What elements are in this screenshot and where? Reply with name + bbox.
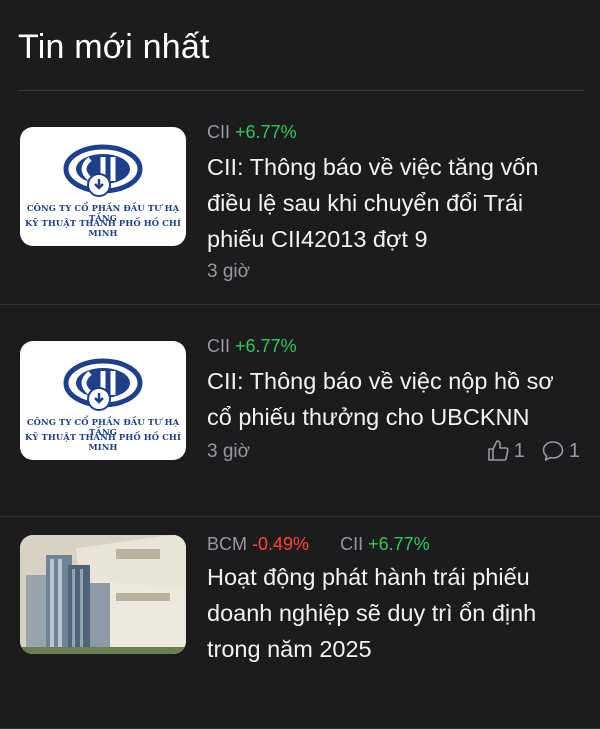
price-change: +6.77% [235, 122, 297, 142]
news-item[interactable]: CÔNG TY CỔ PHẦN ĐẦU TƯ HẠ TẦNG KỸ THUẬT … [0, 91, 600, 305]
price-change: -0.49% [252, 534, 310, 554]
price-change: +6.77% [235, 336, 297, 356]
news-item[interactable]: BCM -0.49% CII +6.77% Hoạt động phát hàn… [0, 517, 600, 729]
news-meta: CII +6.77% [207, 122, 323, 143]
news-headline[interactable]: CII: Thông báo về việc nộp hồ sơ cổ phiế… [207, 363, 577, 435]
logo-text-line2: KỸ THUẬT THÀNH PHỐ HỒ CHÍ MINH [25, 432, 181, 452]
news-item[interactable]: CÔNG TY CỔ PHẦN ĐẦU TƯ HẠ TẦNG KỸ THUẬT … [0, 305, 600, 517]
news-thumbnail-photo [20, 535, 186, 654]
news-thumbnail-cii-logo: CÔNG TY CỔ PHẦN ĐẦU TƯ HẠ TẦNG KỸ THUẬT … [20, 341, 186, 460]
news-list: CÔNG TY CỔ PHẦN ĐẦU TƯ HẠ TẦNG KỸ THUẬT … [0, 91, 600, 729]
ticker-symbol: CII [340, 534, 364, 554]
ticker-symbol: BCM [207, 534, 247, 554]
ticker-symbol: CII [207, 336, 231, 356]
section-title: Tin mới nhất [18, 28, 210, 66]
news-time: 3 giờ [207, 441, 251, 462]
ticker-tag[interactable]: CII +6.77% [207, 122, 297, 143]
news-headline[interactable]: CII: Thông báo về việc tăng vốn điều lệ … [207, 149, 577, 257]
news-time: 3 giờ [207, 261, 251, 282]
news-actions: 1 1 [470, 439, 580, 463]
comment-count: 1 [568, 439, 580, 462]
bond-buildings-image [20, 535, 186, 654]
like-button[interactable]: 1 [486, 439, 525, 463]
news-thumbnail-cii-logo: CÔNG TY CỔ PHẦN ĐẦU TƯ HẠ TẦNG KỸ THUẬT … [20, 127, 186, 246]
news-meta: CII +6.77% [207, 336, 323, 357]
news-meta: BCM -0.49% CII +6.77% [207, 534, 456, 555]
ticker-tag[interactable]: BCM -0.49% [207, 534, 309, 555]
price-change: +6.77% [368, 534, 430, 554]
comment-icon [542, 441, 564, 461]
ticker-tag[interactable]: CII +6.77% [207, 336, 297, 357]
comment-button[interactable]: 1 [541, 439, 580, 463]
news-headline[interactable]: Hoạt động phát hành trái phiếu doanh ngh… [207, 559, 577, 667]
ticker-symbol: CII [207, 122, 231, 142]
logo-text-line2: KỸ THUẬT THÀNH PHỐ HỒ CHÍ MINH [25, 218, 181, 238]
ticker-tag[interactable]: CII +6.77% [340, 534, 430, 555]
like-count: 1 [513, 439, 525, 462]
thumbs-up-icon [487, 440, 509, 461]
